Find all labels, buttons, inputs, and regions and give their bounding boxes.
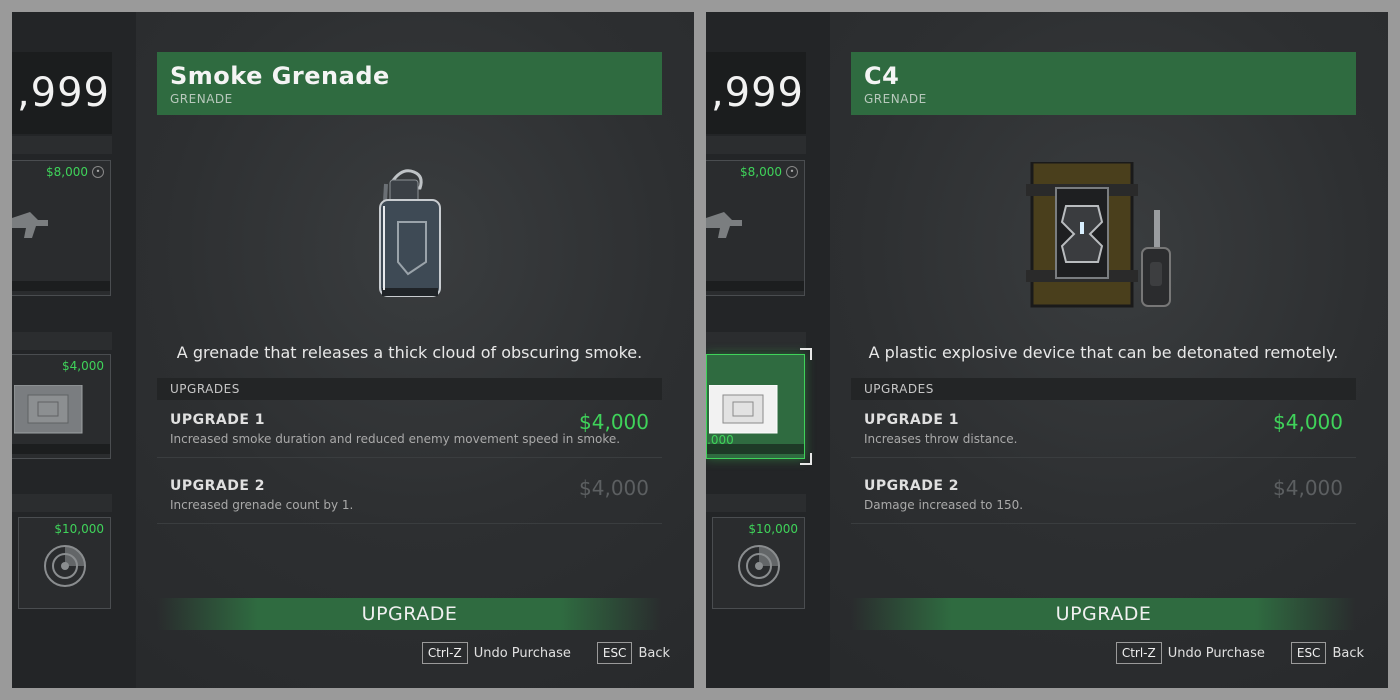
money-display: ,999 — [12, 52, 112, 134]
card-footer — [706, 281, 804, 291]
shop-card-sensor[interactable]: $10,000 — [18, 517, 111, 609]
undo-purchase-label: Undo Purchase — [473, 645, 571, 661]
back-label: Back — [638, 645, 670, 661]
item-type: GRENADE — [864, 92, 927, 106]
upgrade-button[interactable]: UPGRADE — [851, 598, 1356, 630]
upgrade-title: UPGRADE 1 — [170, 412, 266, 428]
item-header: Smoke Grenade GRENADE — [157, 52, 662, 115]
c4-explosive-icon — [14, 385, 83, 434]
shop-card-rifle[interactable]: $8,000 • — [12, 160, 111, 296]
shop-card-c4-selected[interactable]: ,000 — [706, 354, 805, 459]
upgrade-title: UPGRADE 2 — [170, 478, 266, 494]
card-price: $8,000 — [46, 165, 88, 179]
smoke-grenade-icon — [379, 169, 441, 297]
radar-sensor-icon — [44, 545, 86, 587]
item-description: A plastic explosive device that can be d… — [868, 343, 1339, 362]
upgrade-title: UPGRADE 1 — [864, 412, 960, 428]
key-hints: Ctrl-Z Undo Purchase ESC Back — [1115, 642, 1364, 664]
item-description: A grenade that releases a thick cloud of… — [176, 343, 643, 362]
upgrade-price: $4,000 — [579, 476, 649, 500]
lock-icon: • — [92, 166, 104, 178]
selection-corner — [800, 348, 812, 360]
c4-explosive-icon — [1026, 162, 1171, 308]
rifle-icon — [706, 212, 742, 238]
item-name: C4 — [864, 62, 900, 90]
item-type: GRENADE — [170, 92, 233, 106]
upgrade-price: $4,000 — [1273, 410, 1343, 434]
upgrade-title: UPGRADE 2 — [864, 478, 960, 494]
radar-sensor-icon — [738, 545, 780, 587]
c4-explosive-icon — [709, 385, 778, 434]
ctrl-z-key[interactable]: Ctrl-Z — [421, 642, 468, 664]
upgrade-1-row[interactable]: UPGRADE 1 Increases throw distance. $4,0… — [851, 400, 1356, 458]
undo-purchase-label: Undo Purchase — [1167, 645, 1265, 661]
upgrade-2-row[interactable]: UPGRADE 2 Damage increased to 150. $4,00… — [851, 466, 1356, 524]
rifle-icon — [12, 212, 48, 238]
card-price: $10,000 — [748, 522, 798, 536]
upgrade-1-row[interactable]: UPGRADE 1 Increased smoke duration and r… — [157, 400, 662, 458]
list-divider — [706, 332, 806, 350]
card-price: $8,000 — [740, 165, 782, 179]
lock-icon: • — [786, 166, 798, 178]
back-label: Back — [1332, 645, 1364, 661]
item-header: C4 GRENADE — [851, 52, 1356, 115]
shop-panel-smoke-grenade: ,999 $8,000 • $4,000 $10,000 Smoke Grena… — [12, 12, 694, 688]
upgrades-header: UPGRADES — [157, 378, 662, 400]
card-price: $10,000 — [54, 522, 104, 536]
upgrade-price: $4,000 — [579, 410, 649, 434]
esc-key[interactable]: ESC — [1290, 642, 1327, 664]
upgrade-description: Damage increased to 150. — [864, 498, 1024, 512]
list-divider — [12, 494, 112, 512]
item-list-strip: ,999 $8,000 • ,000 $10,000 — [706, 12, 830, 688]
card-footer — [12, 444, 110, 454]
shop-panel-c4: ,999 $8,000 • ,000 $10,000 C4 GRENADE A … — [706, 12, 1388, 688]
upgrade-button[interactable]: UPGRADE — [157, 598, 662, 630]
item-name: Smoke Grenade — [170, 62, 390, 90]
list-divider — [12, 136, 112, 154]
shop-card-c4[interactable]: $4,000 — [12, 354, 111, 459]
list-divider — [706, 494, 806, 512]
money-display: ,999 — [706, 52, 806, 134]
card-footer — [12, 281, 110, 291]
ctrl-z-key[interactable]: Ctrl-Z — [1115, 642, 1162, 664]
card-price: $4,000 — [62, 359, 104, 373]
upgrade-price: $4,000 — [1273, 476, 1343, 500]
item-list-strip: ,999 $8,000 • $4,000 $10,000 — [12, 12, 136, 688]
key-hints: Ctrl-Z Undo Purchase ESC Back — [421, 642, 670, 664]
upgrade-2-row[interactable]: UPGRADE 2 Increased grenade count by 1. … — [157, 466, 662, 524]
list-divider — [12, 332, 112, 350]
selection-corner — [800, 453, 812, 465]
upgrade-description: Increased smoke duration and reduced ene… — [170, 432, 621, 446]
upgrade-description: Increases throw distance. — [864, 432, 1018, 446]
shop-card-rifle[interactable]: $8,000 • — [706, 160, 805, 296]
shop-card-sensor[interactable]: $10,000 — [712, 517, 805, 609]
upgrade-description: Increased grenade count by 1. — [170, 498, 354, 512]
esc-key[interactable]: ESC — [596, 642, 633, 664]
upgrades-header: UPGRADES — [851, 378, 1356, 400]
list-divider — [706, 136, 806, 154]
card-footer — [707, 444, 804, 454]
